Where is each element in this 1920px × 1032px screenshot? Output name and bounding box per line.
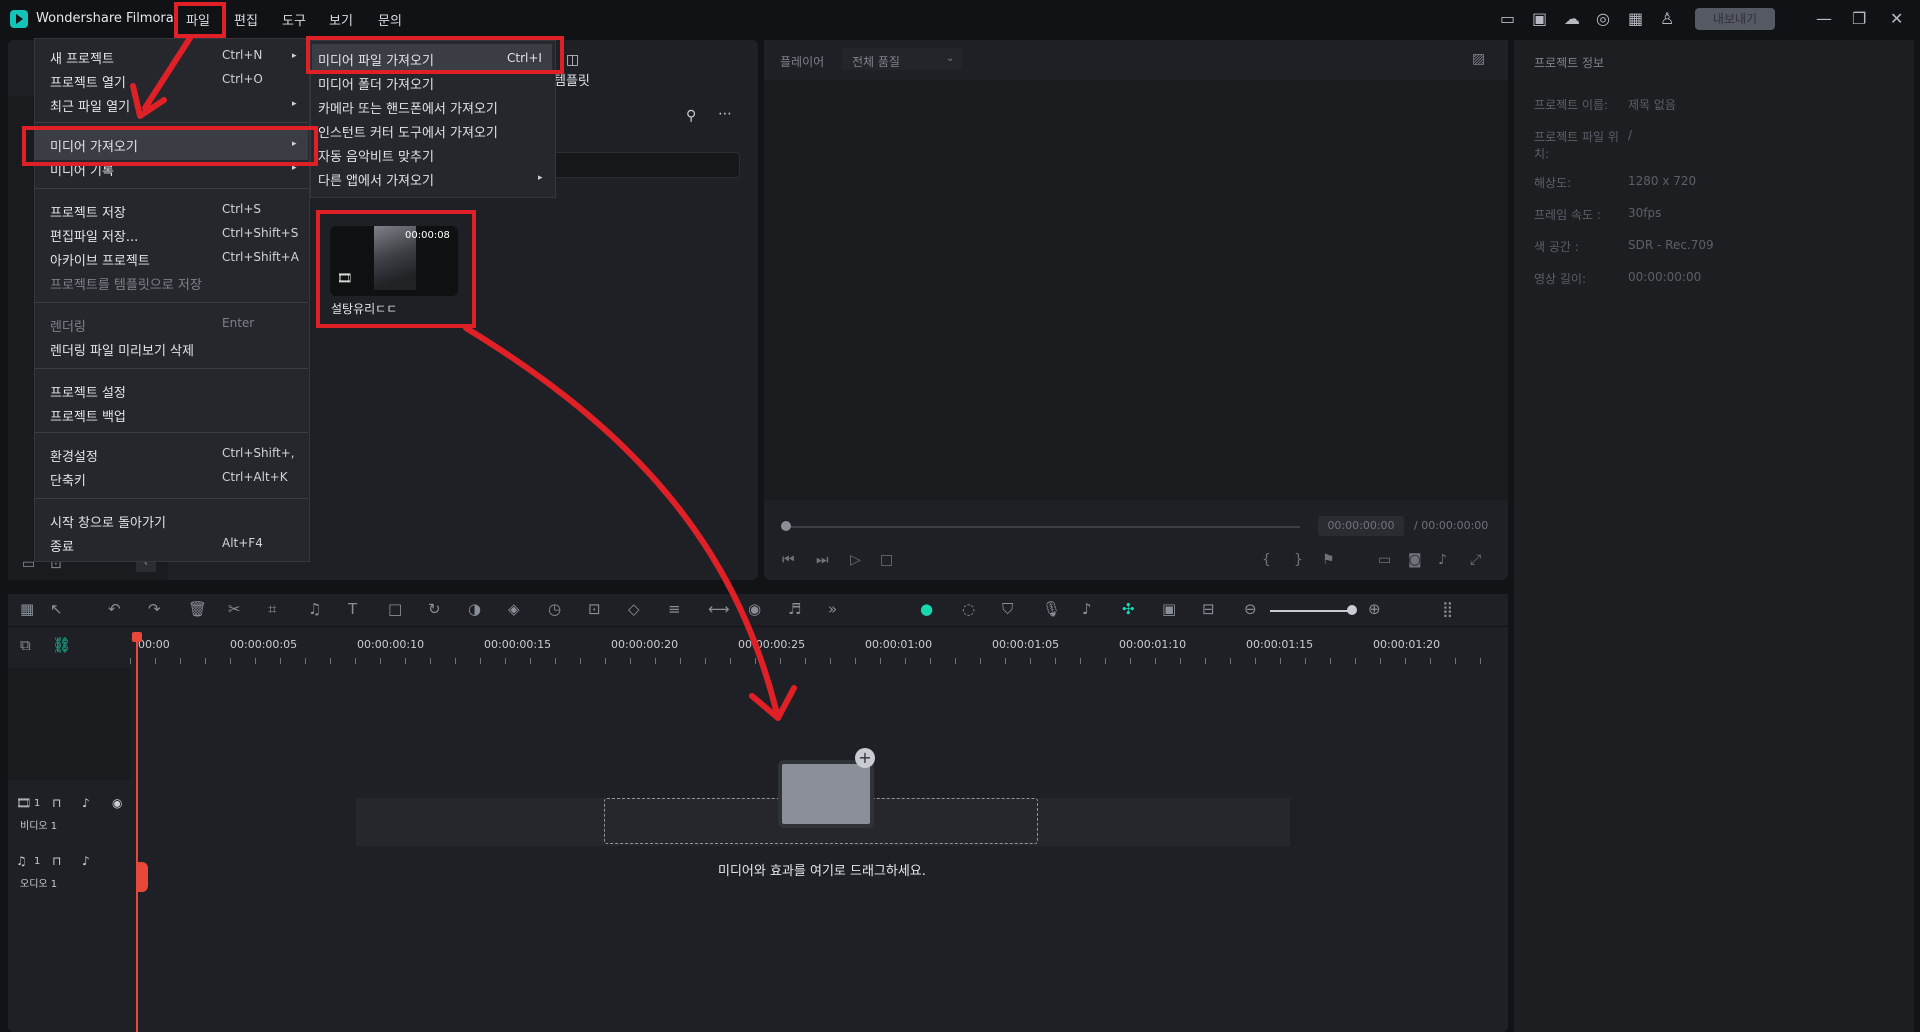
annotation-arrows [130,35,797,721]
annotation-arrow-2 [463,325,781,721]
annotation-arrow-1 [142,35,193,111]
